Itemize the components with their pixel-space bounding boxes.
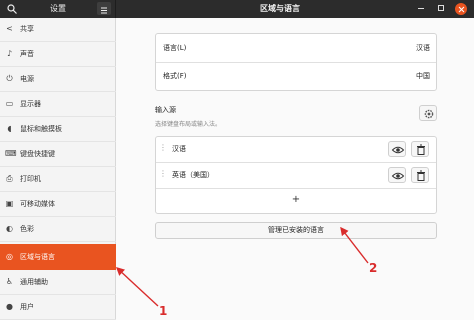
sidebar-item-removable-media[interactable]: ▣ 可移动媒体 <box>0 193 116 217</box>
annotation-marker-2: 2 <box>369 261 378 275</box>
sidebar-item-label: 鼠标和触摸板 <box>20 125 62 133</box>
sidebar-item-label: 显示器 <box>20 100 41 108</box>
color-icon: ◐ <box>6 224 13 233</box>
removable-media-icon: ▣ <box>5 199 14 208</box>
power-icon: ⏻ <box>6 74 13 83</box>
sidebar-item-label: 区域与语言 <box>20 253 55 261</box>
header-bar: 设置 区域与语言 <box>0 0 474 18</box>
annotation-arrow-1 <box>115 267 159 307</box>
keyboard-icon: ⌨ <box>5 149 17 158</box>
drag-handle-icon[interactable]: ⋮ <box>159 143 167 153</box>
divider <box>156 188 436 189</box>
trash-icon <box>417 144 425 155</box>
annotation-marker-1: 1 <box>159 304 168 318</box>
input-source-label: 英语（美国） <box>172 171 214 179</box>
sidebar-item-label: 用户 <box>20 303 34 311</box>
minimize-icon[interactable] <box>418 8 424 9</box>
music-note-icon: ♪ <box>6 49 13 58</box>
sidebar-item-displays[interactable]: ▭ 显示器 <box>0 93 116 117</box>
sidebar-item-power[interactable]: ⏻ 电源 <box>0 68 116 92</box>
sidebar-item-label: 电源 <box>20 75 34 83</box>
input-options-button[interactable] <box>419 105 437 121</box>
display-icon: ▭ <box>5 99 14 108</box>
sidebar-item-sharing[interactable]: < 共享 <box>0 18 116 42</box>
menu-button[interactable] <box>97 2 111 15</box>
input-sources-subtitle: 选择键盘布局或输入法。 <box>155 121 222 128</box>
sidebar-item-label: 声音 <box>20 50 34 58</box>
hamburger-menu-icon <box>101 7 107 14</box>
user-icon: ● <box>6 302 13 311</box>
sidebar: < 共享 ♪ 声音 ⏻ 电源 ▭ 显示器 ◖ 鼠标和触摸板 ⌨ 键盘快捷键 ⎙ … <box>0 18 116 320</box>
share-icon: < <box>6 24 13 33</box>
format-label: 格式(F) <box>163 72 187 80</box>
remove-input-button[interactable] <box>411 141 429 157</box>
settings-title: 设置 <box>50 4 66 13</box>
search-icon[interactable] <box>6 3 18 15</box>
sidebar-item-label: 色彩 <box>20 225 34 233</box>
input-sources-title: 输入源 <box>155 106 176 114</box>
gear-icon <box>424 109 434 119</box>
sidebar-item-label: 通用辅助 <box>20 278 48 286</box>
sidebar-item-sound[interactable]: ♪ 声音 <box>0 43 116 67</box>
sidebar-item-region-language[interactable]: ◎ 区域与语言 <box>0 244 116 270</box>
panel-title: 区域与语言 <box>260 4 300 13</box>
sidebar-item-label: 打印机 <box>20 175 41 183</box>
sidebar-item-label: 键盘快捷键 <box>20 150 55 158</box>
manage-installed-languages-button[interactable]: 管理已安装的语言 <box>155 222 437 239</box>
drag-handle-icon[interactable]: ⋮ <box>159 169 167 179</box>
accessibility-icon: ♿ <box>5 277 14 286</box>
sidebar-item-label: 可移动媒体 <box>20 200 55 208</box>
sidebar-item-accessibility[interactable]: ♿ 通用辅助 <box>0 271 116 295</box>
add-input-source-button[interactable]: + <box>290 194 302 206</box>
sidebar-header: 设置 <box>0 0 116 18</box>
mouse-icon: ◖ <box>7 124 12 133</box>
trash-icon <box>417 170 425 181</box>
sidebar-item-printers[interactable]: ⎙ 打印机 <box>0 168 116 192</box>
sidebar-item-mouse-touchpad[interactable]: ◖ 鼠标和触摸板 <box>0 118 116 142</box>
language-label: 语言(L) <box>163 44 187 52</box>
format-value[interactable]: 中国 <box>380 71 430 81</box>
divider <box>156 62 436 63</box>
divider <box>156 162 436 163</box>
sidebar-item-keyboard-shortcuts[interactable]: ⌨ 键盘快捷键 <box>0 143 116 167</box>
preview-layout-button[interactable] <box>388 167 406 183</box>
language-value[interactable]: 汉语 <box>380 43 430 53</box>
remove-input-button[interactable] <box>411 167 429 183</box>
eye-icon <box>391 172 405 180</box>
eye-icon <box>391 146 405 154</box>
printer-icon: ⎙ <box>6 174 13 183</box>
sidebar-item-users[interactable]: ● 用户 <box>0 296 116 320</box>
close-icon[interactable] <box>455 3 467 15</box>
input-source-label: 汉语 <box>172 145 186 153</box>
maximize-icon[interactable] <box>438 5 444 11</box>
globe-icon: ◎ <box>6 252 13 261</box>
sidebar-item-color[interactable]: ◐ 色彩 <box>0 218 116 242</box>
preview-layout-button[interactable] <box>388 141 406 157</box>
sidebar-item-label: 共享 <box>20 25 34 33</box>
